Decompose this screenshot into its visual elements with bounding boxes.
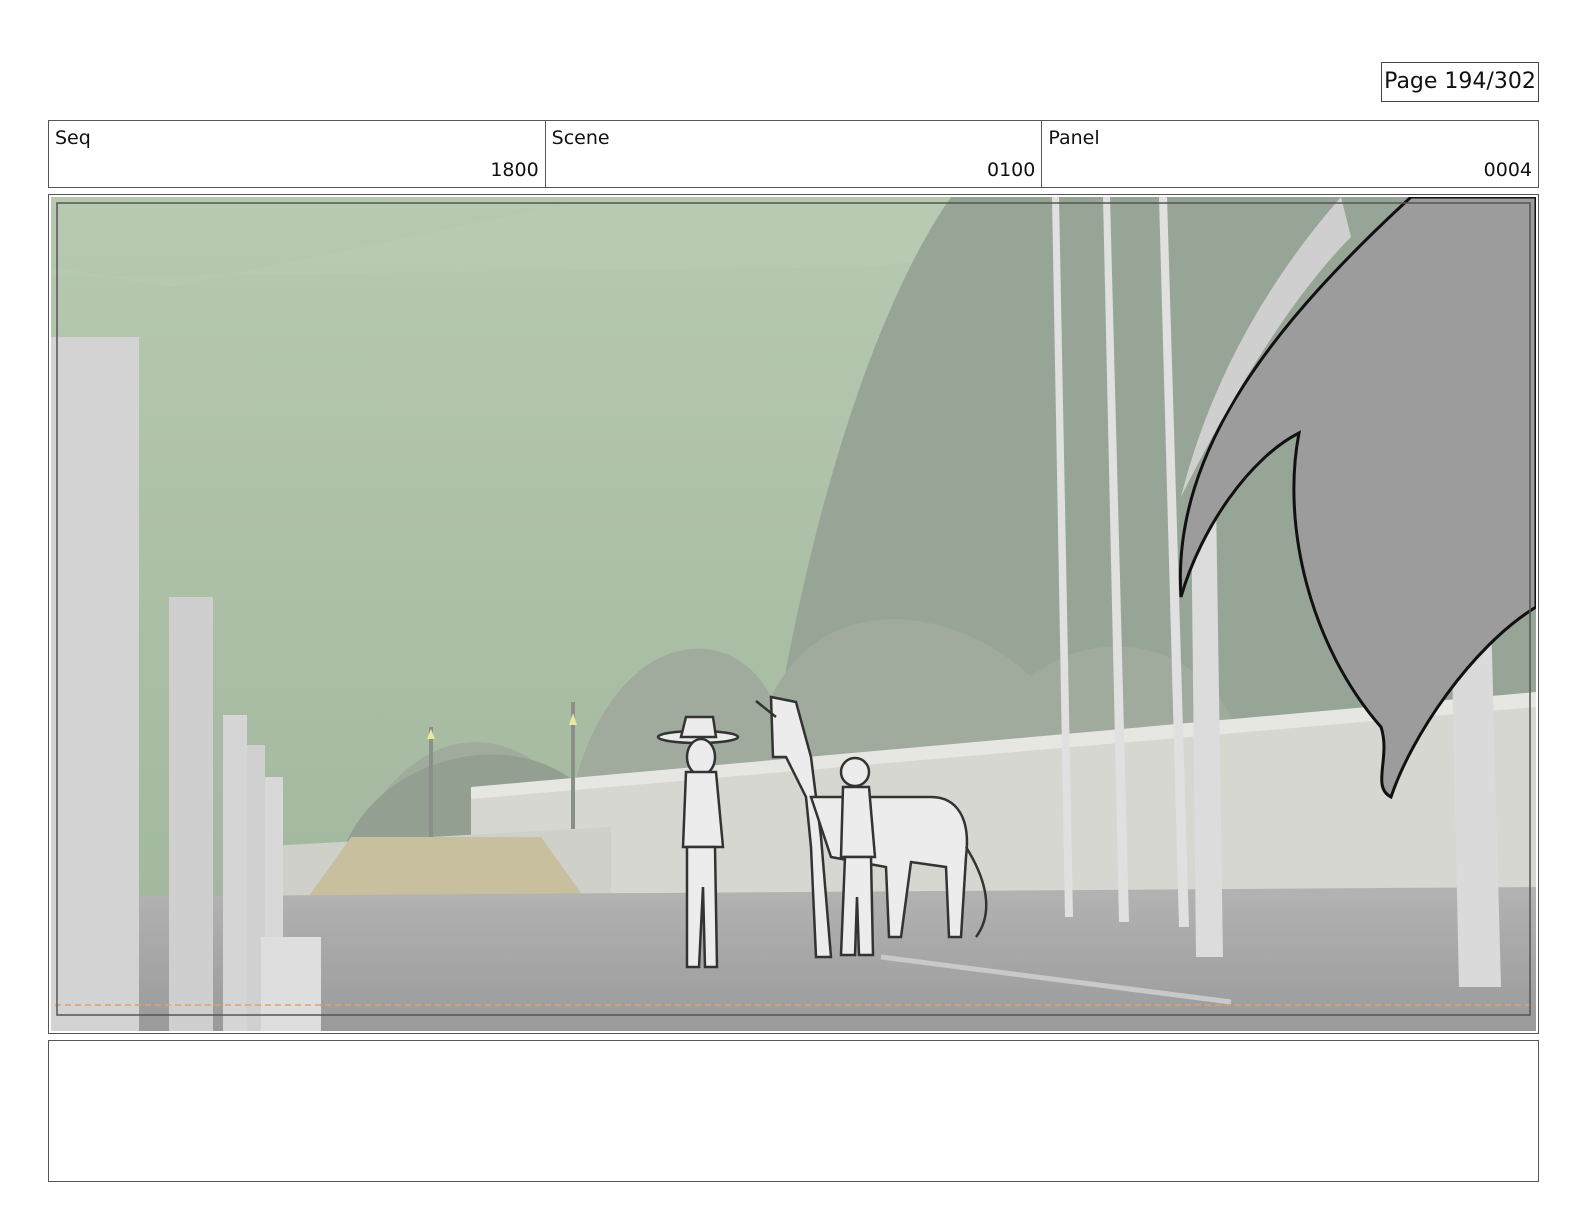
storyboard-panel: [48, 194, 1539, 1034]
character-girl: [839, 756, 877, 957]
left-pillar-1: [51, 337, 139, 1031]
seq-value: 1800: [490, 159, 539, 181]
panel-notes: [48, 1040, 1539, 1182]
scene-cell: Scene 0100: [546, 121, 1043, 187]
seq-label: Seq: [55, 127, 91, 149]
low-block: [261, 937, 321, 1031]
page-number: Page 194/302: [1381, 62, 1539, 102]
left-pillar-3: [223, 715, 247, 1031]
scene-label: Scene: [551, 127, 610, 149]
storyboard-header: Seq 1800 Scene 0100 Panel 0004: [48, 120, 1539, 188]
scene-value: 0100: [986, 159, 1036, 181]
panel-cell: Panel 0004: [1042, 121, 1538, 187]
seq-cell: Seq 1800: [49, 121, 546, 187]
panel-artwork: [51, 197, 1536, 1031]
panel-value: 0004: [1483, 159, 1533, 181]
left-pillar-2: [169, 597, 213, 1031]
panel-label: Panel: [1048, 127, 1100, 149]
